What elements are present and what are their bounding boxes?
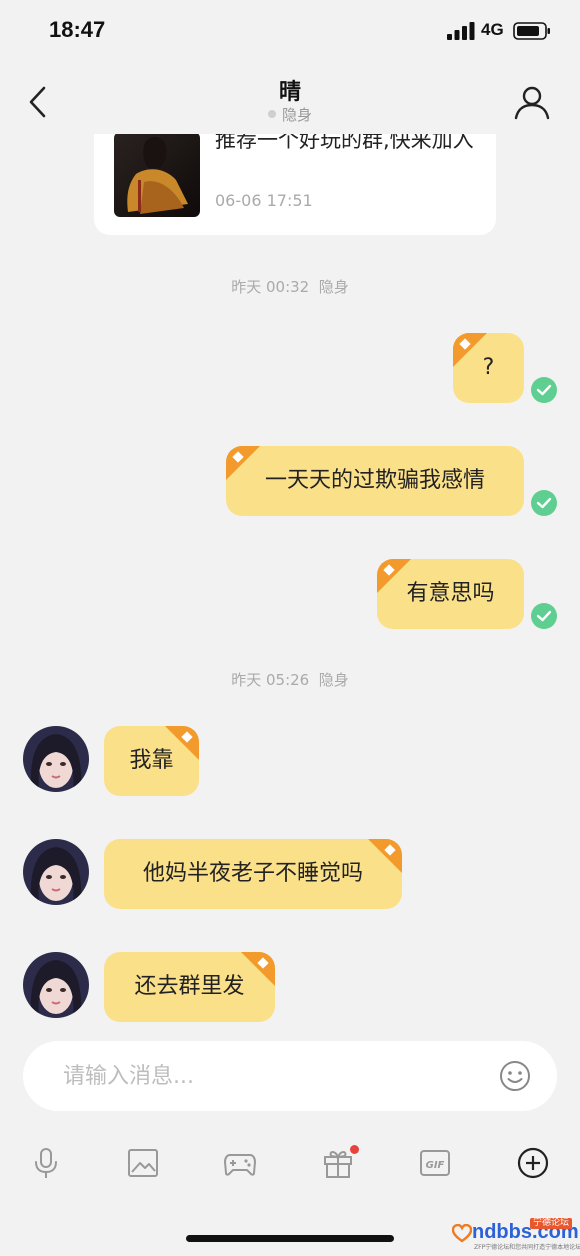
group-share-card[interactable]: 推荐一个好玩的群,快来加入 06-06 17:51 — [94, 134, 496, 235]
status-bar: 18:47 4G — [0, 0, 580, 62]
timestamp-status: 隐身 — [318, 671, 349, 689]
gif-icon[interactable]: GIF — [418, 1146, 452, 1180]
battery-icon — [513, 22, 550, 40]
share-thumbnail — [114, 134, 200, 217]
gif-label: GIF — [426, 1160, 445, 1171]
image-icon[interactable] — [126, 1146, 160, 1180]
share-card-time: 06-06 17:51 — [215, 191, 313, 210]
timestamp-time: 昨天 00:32 — [231, 278, 310, 296]
bubble-badge-icon — [368, 839, 402, 873]
message-text: 他妈半夜老子不睡觉吗 — [142, 861, 363, 886]
gift-notification-dot — [350, 1145, 359, 1154]
read-check-icon — [531, 377, 557, 403]
outgoing-message[interactable]: 一天天的过欺骗我感情 — [226, 446, 524, 516]
incoming-message[interactable]: 我靠 — [104, 726, 199, 796]
incoming-message[interactable]: 还去群里发 — [104, 952, 275, 1022]
share-card-text: 推荐一个好玩的群,快来加入 — [215, 134, 474, 152]
contact-avatar[interactable] — [23, 839, 89, 905]
bubble-badge-icon — [241, 952, 275, 986]
bubble-badge-icon — [453, 333, 487, 367]
contact-avatar[interactable] — [23, 952, 89, 1018]
read-check-icon — [531, 603, 557, 629]
home-indicator — [186, 1235, 394, 1242]
bubble-badge-icon — [165, 726, 199, 760]
outgoing-message[interactable]: 有意思吗 — [377, 559, 524, 629]
heart-logo-icon — [452, 1224, 472, 1243]
bubble-badge-icon — [226, 446, 260, 480]
network-label: 4G — [481, 20, 504, 39]
presence-status: 隐身 — [0, 104, 580, 125]
watermark-subtitle: ZFP宁德论坛和您共同打造宁德本地论坛 — [474, 1244, 580, 1251]
presence-dot-icon — [267, 109, 276, 118]
contact-avatar[interactable] — [23, 726, 89, 792]
input-toolbar: GIF — [0, 1140, 580, 1190]
microphone-icon[interactable] — [29, 1146, 63, 1180]
outgoing-message[interactable]: ? — [453, 333, 524, 403]
message-list[interactable]: 推荐一个好玩的群,快来加入 06-06 17:51 昨天 00:32 隐身 ? … — [0, 134, 580, 1024]
watermark-tag: 宁德论坛 — [529, 1218, 572, 1229]
site-watermark: ndbbs.com 宁德论坛 ZFP宁德论坛和您共同打造宁德本地论坛 — [452, 1218, 580, 1252]
timestamp-time: 昨天 05:26 — [231, 671, 310, 689]
contact-name: 晴 — [278, 80, 301, 105]
status-time: 18:47 — [49, 17, 106, 42]
timestamp-divider: 昨天 05:26 隐身 — [0, 669, 580, 690]
emoji-icon[interactable] — [499, 1060, 531, 1092]
signal-icon — [447, 22, 475, 40]
plus-circle-icon[interactable] — [516, 1146, 550, 1180]
message-composer — [23, 1041, 557, 1111]
message-text: 还去群里发 — [134, 974, 245, 999]
message-text: 一天天的过欺骗我感情 — [264, 468, 485, 493]
message-input[interactable] — [63, 1041, 483, 1111]
profile-icon[interactable] — [512, 82, 552, 122]
message-text: 有意思吗 — [406, 581, 495, 606]
bubble-badge-icon — [377, 559, 411, 593]
chat-header: 晴 隐身 — [0, 62, 580, 134]
timestamp-status: 隐身 — [318, 278, 349, 296]
game-icon[interactable] — [223, 1146, 257, 1180]
incoming-message[interactable]: 他妈半夜老子不睡觉吗 — [104, 839, 402, 909]
presence-label: 隐身 — [281, 106, 312, 124]
read-check-icon — [531, 490, 557, 516]
timestamp-divider: 昨天 00:32 隐身 — [0, 276, 580, 297]
